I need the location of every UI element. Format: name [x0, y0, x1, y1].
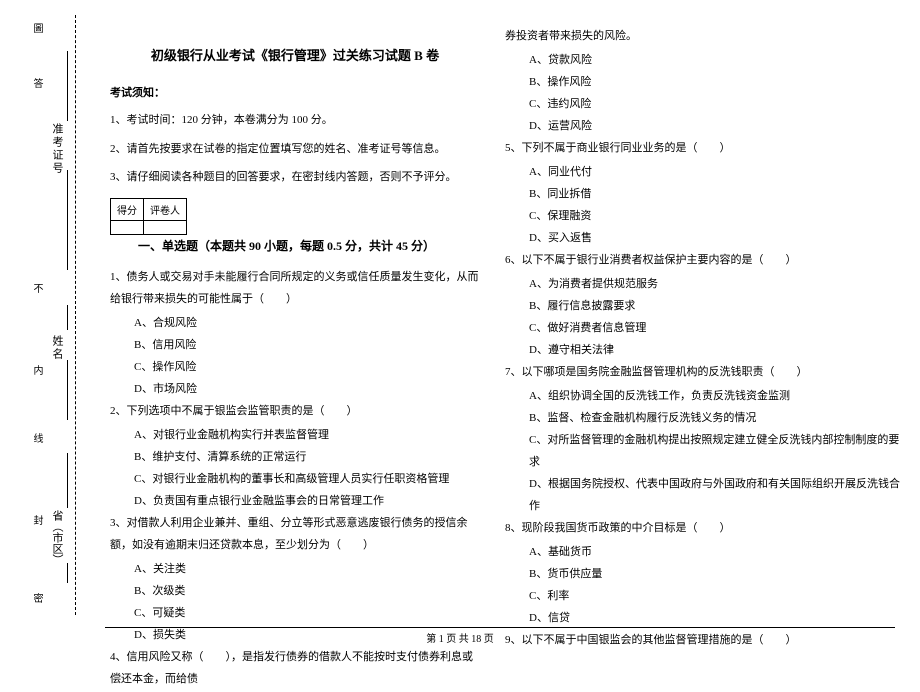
option: A、基础货币 — [505, 541, 900, 563]
name-label: 姓名 — [49, 335, 65, 361]
option: C、可疑类 — [110, 602, 480, 624]
option: A、为消费者提供规范服务 — [505, 273, 900, 295]
option: D、负责国有重点银行业金融监事会的日常管理工作 — [110, 490, 480, 512]
notice-item: 3、请仔细阅读各种题目的回答要求，在密封线内答题，否则不予评分。 — [110, 169, 480, 186]
exam-title: 初级银行从业考试《银行管理》过关练习试题 B 卷 — [110, 45, 480, 64]
question-text: 5、下列不属于商业银行同业业务的是（ ） — [505, 137, 900, 159]
option: D、根据国务院授权、代表中国政府与外国政府和有关国际组织开展反洗钱合作 — [505, 473, 900, 517]
option: A、贷款风险 — [505, 49, 900, 71]
option: A、同业代付 — [505, 161, 900, 183]
notice-item: 1、考试时间：120 分钟，本卷满分为 100 分。 — [110, 112, 480, 129]
name-underline2 — [67, 360, 68, 420]
option: C、做好消费者信息管理 — [505, 317, 900, 339]
score-section-row: 得分评卷人 一、单选题（本题共 90 小题，每题 0.5 分，共计 45 分） — [110, 198, 480, 254]
option: D、信贷 — [505, 607, 900, 629]
option: D、市场风险 — [110, 378, 480, 400]
option: D、遵守相关法律 — [505, 339, 900, 361]
province-underline — [67, 453, 68, 508]
seal-dashed-line — [75, 15, 76, 615]
seal-mark: 圖 — [29, 23, 44, 33]
option: A、对银行业金融机构实行并表监督管理 — [110, 424, 480, 446]
seal-mark: 内 — [29, 365, 44, 375]
option: B、操作风险 — [505, 71, 900, 93]
seal-mark: 密 — [29, 593, 44, 603]
option: B、货币供应量 — [505, 563, 900, 585]
grader-label: 评卷人 — [144, 198, 187, 220]
option: C、保理融资 — [505, 205, 900, 227]
seal-mark: 线 — [29, 433, 44, 443]
seal-mark: 封 — [29, 515, 44, 525]
question-text: 3、对借款人利用企业兼并、重组、分立等形式恶意逃废银行债务的授信余额，如没有逾期… — [110, 512, 480, 556]
seal-mark: 不 — [29, 283, 44, 293]
option: D、运营风险 — [505, 115, 900, 137]
section-heading: 一、单选题（本题共 90 小题，每题 0.5 分，共计 45 分） — [138, 237, 435, 254]
option: A、组织协调全国的反洗钱工作，负责反洗钱资金监测 — [505, 385, 900, 407]
option: B、信用风险 — [110, 334, 480, 356]
province-label: 省（市区） — [49, 510, 65, 565]
option: C、违约风险 — [505, 93, 900, 115]
admit-underline — [67, 51, 68, 121]
admit-underline2 — [67, 170, 68, 270]
score-cell — [111, 220, 144, 234]
question-text: 1、债务人或交易对手未能履行合同所规定的义务或信任质量发生变化，从而给银行带来损… — [110, 266, 480, 310]
notice-item: 2、请首先按要求在试卷的指定位置填写您的姓名、准考证号等信息。 — [110, 141, 480, 158]
option: A、关注类 — [110, 558, 480, 580]
option: C、操作风险 — [110, 356, 480, 378]
province-underline2 — [67, 563, 68, 583]
score-table: 得分评卷人 — [110, 198, 187, 235]
option: D、买入返售 — [505, 227, 900, 249]
seal-mark: 答 — [29, 78, 44, 88]
option: B、履行信息披露要求 — [505, 295, 900, 317]
admit-number-label: 准考证号 — [49, 123, 65, 175]
question-continuation: 券投资者带来损失的风险。 — [505, 25, 900, 47]
option: B、维护支付、清算系统的正常运行 — [110, 446, 480, 468]
option: B、监督、检查金融机构履行反洗钱义务的情况 — [505, 407, 900, 429]
option: C、对银行业金融机构的董事长和高级管理人员实行任职资格管理 — [110, 468, 480, 490]
option: A、合规风险 — [110, 312, 480, 334]
question-text: 2、下列选项中不属于银监会监管职责的是（ ） — [110, 400, 480, 422]
option: B、次级类 — [110, 580, 480, 602]
column-left: 初级银行从业考试《银行管理》过关练习试题 B 卷 考试须知： 1、考试时间：12… — [110, 45, 480, 692]
question-text: 6、以下不属于银行业消费者权益保护主要内容的是（ ） — [505, 249, 900, 271]
column-right: 券投资者带来损失的风险。 A、贷款风险 B、操作风险 C、违约风险 D、运营风险… — [505, 25, 900, 653]
question-text: 7、以下哪项是国务院金融监督管理机构的反洗钱职责（ ） — [505, 361, 900, 383]
grader-cell — [144, 220, 187, 234]
question-text: 8、现阶段我国货币政策的中介目标是（ ） — [505, 517, 900, 539]
question-text: 4、信用风险又称（ ），是指发行债券的借款人不能按时支付债券利息或偿还本金，而给… — [110, 646, 480, 690]
page-footer: 第 1 页 共 18 页 — [0, 630, 920, 645]
option: C、利率 — [505, 585, 900, 607]
option: C、对所监督管理的金融机构提出按照规定建立健全反洗钱内部控制制度的要求 — [505, 429, 900, 473]
name-underline — [67, 305, 68, 330]
option: B、同业拆借 — [505, 183, 900, 205]
footer-rule — [105, 627, 895, 628]
score-label: 得分 — [111, 198, 144, 220]
notice-heading: 考试须知： — [110, 84, 480, 100]
binding-margin: 圖 答 准考证号 不 姓名 内 线 省（市区） 封 密 — [5, 15, 85, 610]
